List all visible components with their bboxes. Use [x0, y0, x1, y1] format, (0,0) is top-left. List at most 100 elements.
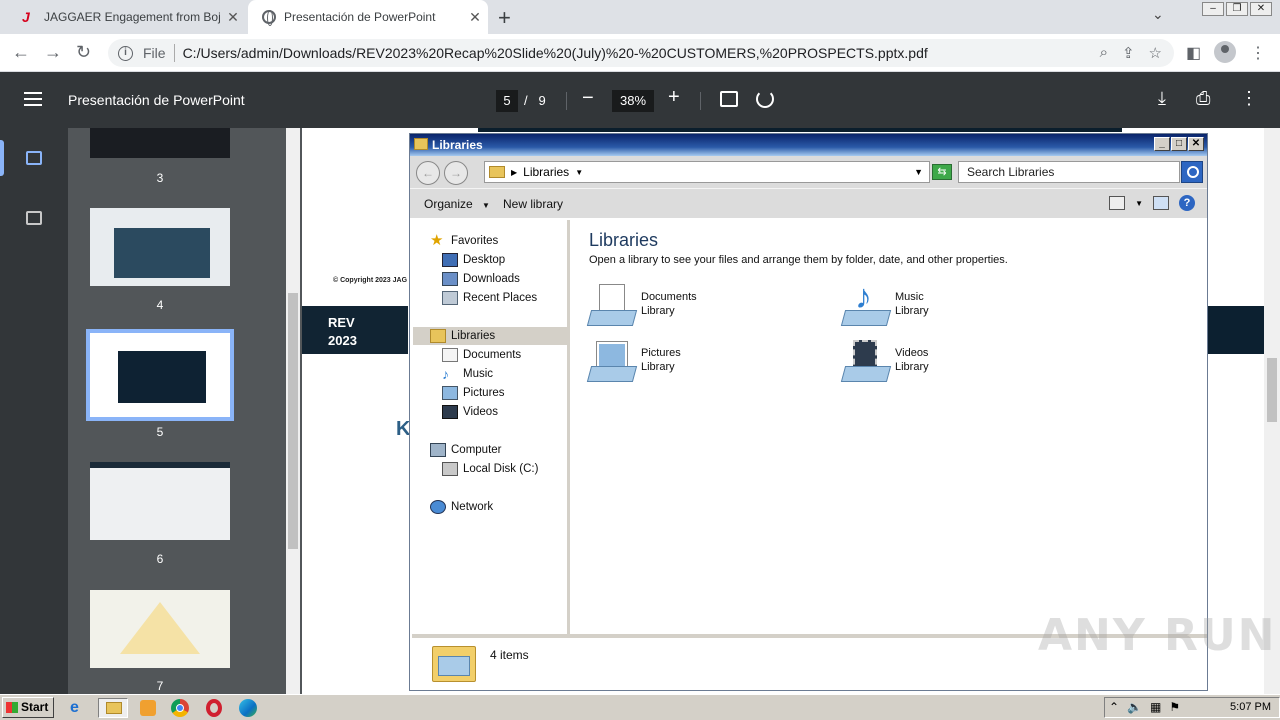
browser-menu-icon[interactable]: ⋮ — [1250, 43, 1266, 63]
organize-button[interactable]: Organize ▼ — [424, 197, 490, 211]
edge-icon[interactable] — [238, 698, 258, 718]
hamburger-menu-icon[interactable] — [24, 92, 42, 106]
url-text[interactable]: C:/Users/admin/Downloads/REV2023%20Recap… — [183, 45, 928, 61]
nav-pictures[interactable]: Pictures — [442, 384, 505, 402]
new-tab-button[interactable]: + — [498, 5, 511, 31]
nav-local-disk[interactable]: Local Disk (C:) — [442, 460, 538, 478]
network-status-icon[interactable]: ▦ — [1150, 700, 1161, 714]
library-name: Pictures — [641, 347, 681, 359]
rotate-icon[interactable] — [756, 90, 774, 108]
scroll-thumb[interactable] — [1267, 358, 1277, 422]
close-button[interactable]: ✕ — [1188, 137, 1204, 151]
pictures-icon — [442, 386, 458, 400]
outline-view-icon[interactable] — [26, 211, 42, 225]
library-tile-videos[interactable]: Videos Library — [840, 340, 929, 384]
logo-line: 2023 — [328, 333, 357, 348]
page-thumbnail[interactable] — [90, 590, 230, 668]
divider — [700, 92, 701, 110]
library-tile-music[interactable]: ♪ Music Library — [840, 280, 929, 328]
address-history-dropdown-icon[interactable]: ▼ — [914, 167, 923, 177]
zoom-level-input[interactable]: 38% — [612, 90, 654, 112]
share-icon[interactable]: ⇪ — [1122, 44, 1135, 62]
scroll-thumb[interactable] — [288, 293, 298, 549]
page-number-input[interactable]: 5 — [496, 90, 518, 112]
forward-arrow-icon[interactable]: → — [444, 161, 468, 185]
minimize-button[interactable]: – — [1202, 2, 1224, 16]
volume-icon[interactable]: 🔈 — [1127, 700, 1142, 714]
computer-icon — [430, 443, 446, 457]
nav-recent-places[interactable]: Recent Places — [442, 289, 537, 307]
nav-network[interactable]: Network — [430, 498, 493, 516]
content-description: Open a library to see your files and arr… — [589, 254, 1008, 266]
show-hidden-icons-icon[interactable]: ⌃ — [1109, 700, 1119, 714]
document-title: Presentación de PowerPoint — [68, 92, 245, 108]
window-titlebar[interactable]: Libraries _ □ ✕ — [410, 134, 1207, 156]
more-options-icon[interactable]: ⋮ — [1240, 88, 1258, 109]
nav-favorites[interactable]: ★ Favorites — [430, 232, 498, 250]
refresh-icon[interactable]: ⇆ — [932, 164, 952, 180]
bookmark-star-icon[interactable]: ☆ — [1149, 44, 1162, 62]
forward-arrow-icon[interactable]: → — [44, 42, 62, 63]
page-thumbnail[interactable] — [90, 128, 230, 158]
zoom-out-icon[interactable]: − — [582, 87, 594, 110]
reload-icon[interactable]: ↻ — [76, 42, 91, 63]
minimize-button[interactable]: _ — [1154, 137, 1170, 151]
library-tile-pictures[interactable]: Pictures Library — [586, 340, 681, 384]
internet-explorer-icon[interactable]: e — [70, 698, 90, 718]
side-panel-icon[interactable]: ◧ — [1186, 43, 1201, 63]
start-button[interactable]: Start — [2, 697, 54, 718]
nav-documents[interactable]: Documents — [442, 346, 521, 364]
media-player-icon[interactable] — [138, 698, 158, 718]
restore-button[interactable]: ❐ — [1226, 2, 1248, 16]
opera-icon[interactable] — [204, 698, 224, 718]
page-thumbnail[interactable] — [90, 462, 230, 540]
back-arrow-icon[interactable]: ← — [12, 42, 30, 63]
breadcrumb-arrow-icon[interactable]: ▶ — [511, 168, 517, 177]
back-arrow-icon[interactable]: ← — [416, 161, 440, 185]
address-bar[interactable]: i File C:/Users/admin/Downloads/REV2023%… — [108, 39, 1174, 67]
nav-libraries[interactable]: Libraries — [413, 327, 569, 345]
chrome-icon[interactable] — [170, 698, 190, 718]
windows-explorer-icon[interactable] — [98, 698, 128, 718]
page-thumbnail-selected[interactable] — [86, 329, 234, 421]
nav-label: Libraries — [451, 330, 496, 342]
nav-videos[interactable]: Videos — [442, 403, 498, 421]
close-tab-icon[interactable]: ✕ — [220, 9, 246, 26]
tab-powerpoint[interactable]: Presentación de PowerPoint ✕ — [248, 0, 488, 34]
new-library-button[interactable]: New library — [503, 197, 563, 211]
download-icon[interactable]: ⤓ — [1158, 88, 1166, 109]
thumbnail-label: 3 — [156, 171, 164, 185]
print-icon[interactable]: ⎙ — [1196, 88, 1210, 109]
libraries-icon — [430, 329, 446, 343]
fit-to-page-icon[interactable] — [720, 91, 738, 107]
change-view-icon[interactable] — [1109, 196, 1126, 210]
breadcrumb-dropdown-icon[interactable]: ▼ — [575, 168, 583, 177]
nav-music[interactable]: ♪ Music — [442, 365, 493, 383]
flag-icon[interactable]: ⚑ — [1169, 700, 1180, 714]
nav-desktop[interactable]: Desktop — [442, 251, 505, 269]
view-dropdown-icon[interactable]: ▼ — [1135, 199, 1143, 208]
sidebar-scrollbar[interactable] — [286, 128, 300, 694]
zoom-magnifier-icon[interactable]: ⌕ — [1100, 44, 1108, 62]
nav-downloads[interactable]: Downloads — [442, 270, 520, 288]
tab-search-chevron-icon[interactable]: ⌄ — [1152, 6, 1164, 23]
maximize-button[interactable]: □ — [1171, 137, 1187, 151]
library-tile-documents[interactable]: Documents Library — [586, 284, 697, 328]
page-thumbnail[interactable] — [90, 208, 230, 286]
explorer-navbar: ← → ▶ Libraries ▼ ▼ ⇆ Search Libraries — [410, 156, 1207, 188]
profile-avatar-icon[interactable] — [1214, 41, 1236, 63]
zoom-in-icon[interactable]: + — [668, 86, 680, 109]
close-window-button[interactable]: ✕ — [1250, 2, 1272, 16]
preview-pane-icon[interactable] — [1153, 196, 1169, 210]
explorer-address-bar[interactable]: ▶ Libraries ▼ ▼ — [484, 161, 930, 183]
info-icon[interactable]: i — [118, 45, 133, 61]
close-tab-icon[interactable]: ✕ — [462, 9, 488, 26]
thumbnails-view-icon[interactable] — [26, 151, 42, 165]
search-icon[interactable] — [1181, 161, 1203, 183]
nav-label: Network — [451, 501, 494, 513]
tab-jaggaer[interactable]: J JAGGAER Engagement from Bojana ✕ — [8, 0, 246, 34]
breadcrumb-libraries[interactable]: Libraries — [523, 165, 569, 179]
nav-computer[interactable]: Computer — [430, 441, 502, 459]
help-icon[interactable]: ? — [1179, 195, 1195, 211]
search-input[interactable]: Search Libraries — [958, 161, 1180, 183]
